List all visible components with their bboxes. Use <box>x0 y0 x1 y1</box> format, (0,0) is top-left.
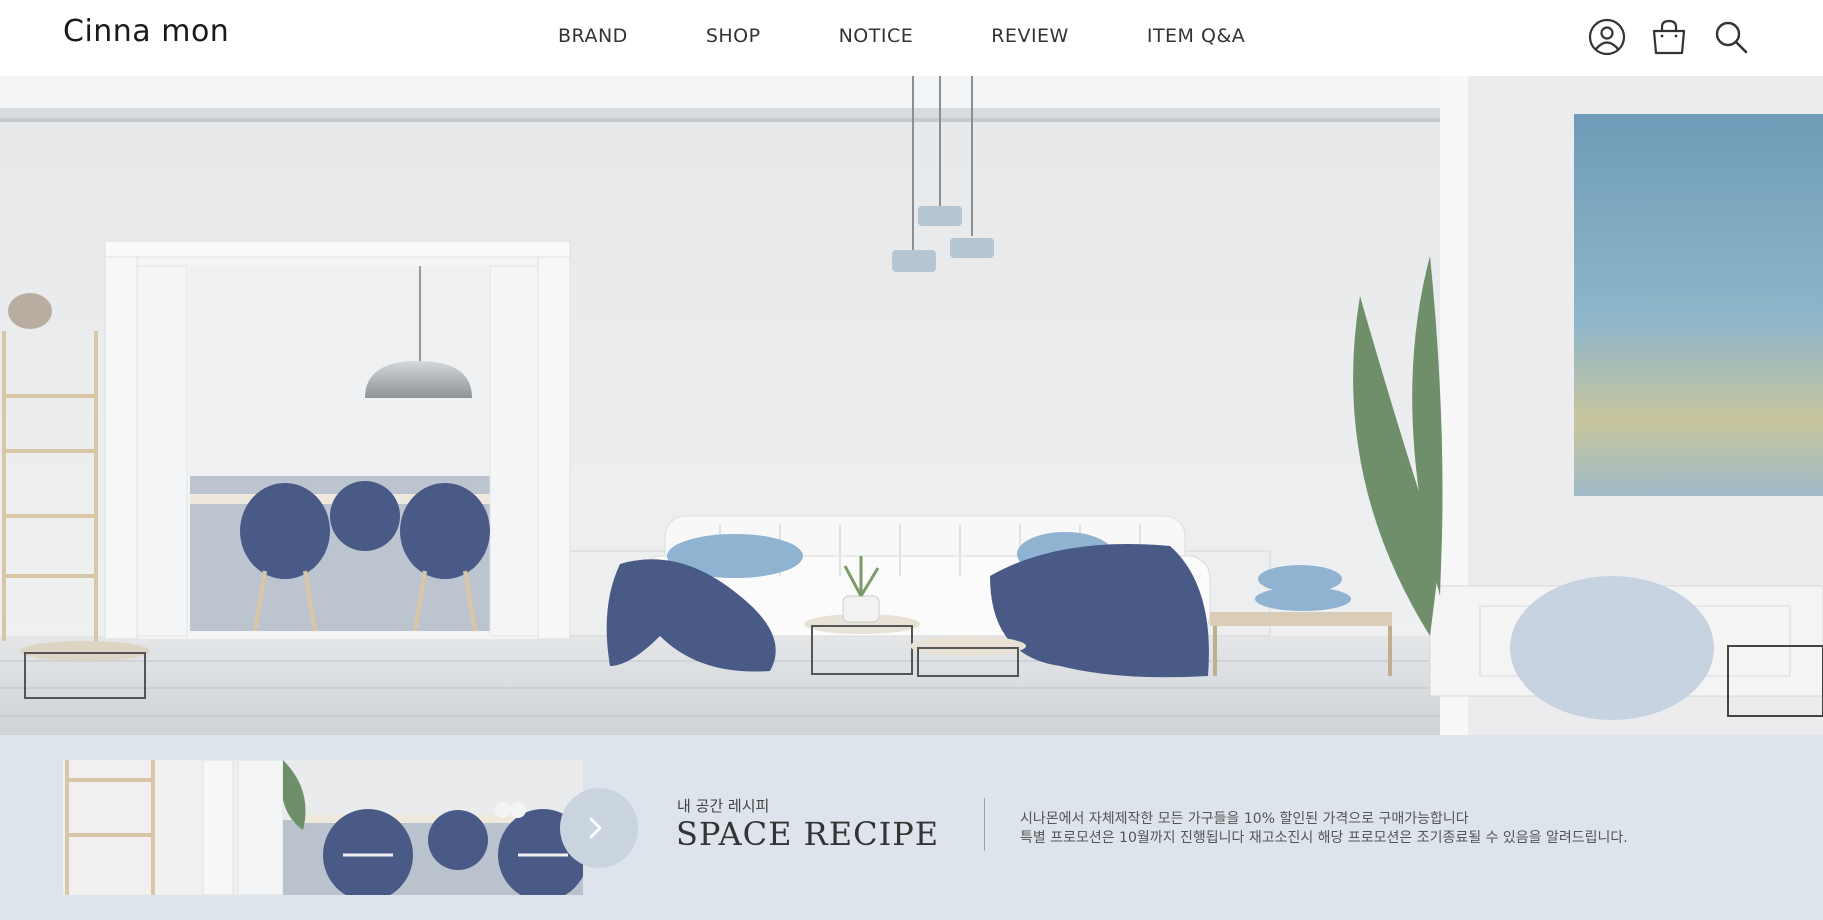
promo-section: 내 공간 레시피 SPACE RECIPE 시나몬에서 자체제작한 모든 가구들… <box>0 735 1823 920</box>
main-nav: BRAND SHOP NOTICE REVIEW ITEM Q&A <box>558 25 1245 47</box>
user-icon[interactable] <box>1587 18 1627 56</box>
promo-description-line-1: 시나몬에서 자체제작한 모든 가구들을 10% 할인된 가격으로 구매가능합니다 <box>1020 811 1469 827</box>
site-header: Cinna mon BRAND SHOP NOTICE REVIEW ITEM … <box>0 0 1823 76</box>
living-room-illustration <box>0 76 1823 735</box>
hero-banner-image[interactable] <box>0 76 1823 735</box>
nav-item-qa[interactable]: ITEM Q&A <box>1147 25 1245 47</box>
promo-description: 시나몬에서 자체제작한 모든 가구들을 10% 할인된 가격으로 구매가능합니다… <box>1020 810 1628 848</box>
promo-next-button[interactable] <box>560 788 638 868</box>
promo-title: SPACE RECIPE <box>676 815 940 853</box>
nav-brand[interactable]: BRAND <box>558 25 628 47</box>
nav-shop[interactable]: SHOP <box>706 25 761 47</box>
nav-notice[interactable]: NOTICE <box>839 25 914 47</box>
header-icons <box>1587 18 1751 56</box>
promo-divider <box>984 798 985 851</box>
promo-description-line-2: 특별 프로모션은 10월까지 진행됩니다 재고소진시 해당 프로모션은 조기종료… <box>1020 830 1628 846</box>
search-icon[interactable] <box>1711 18 1751 56</box>
chevron-right-icon <box>589 817 602 839</box>
shopping-bag-icon[interactable] <box>1649 18 1689 56</box>
nav-review[interactable]: REVIEW <box>991 25 1069 47</box>
promo-subtitle: 내 공간 레시피 <box>677 797 770 815</box>
brand-logo[interactable]: Cinna mon <box>63 14 229 49</box>
promo-thumbnail-image[interactable] <box>63 760 583 895</box>
